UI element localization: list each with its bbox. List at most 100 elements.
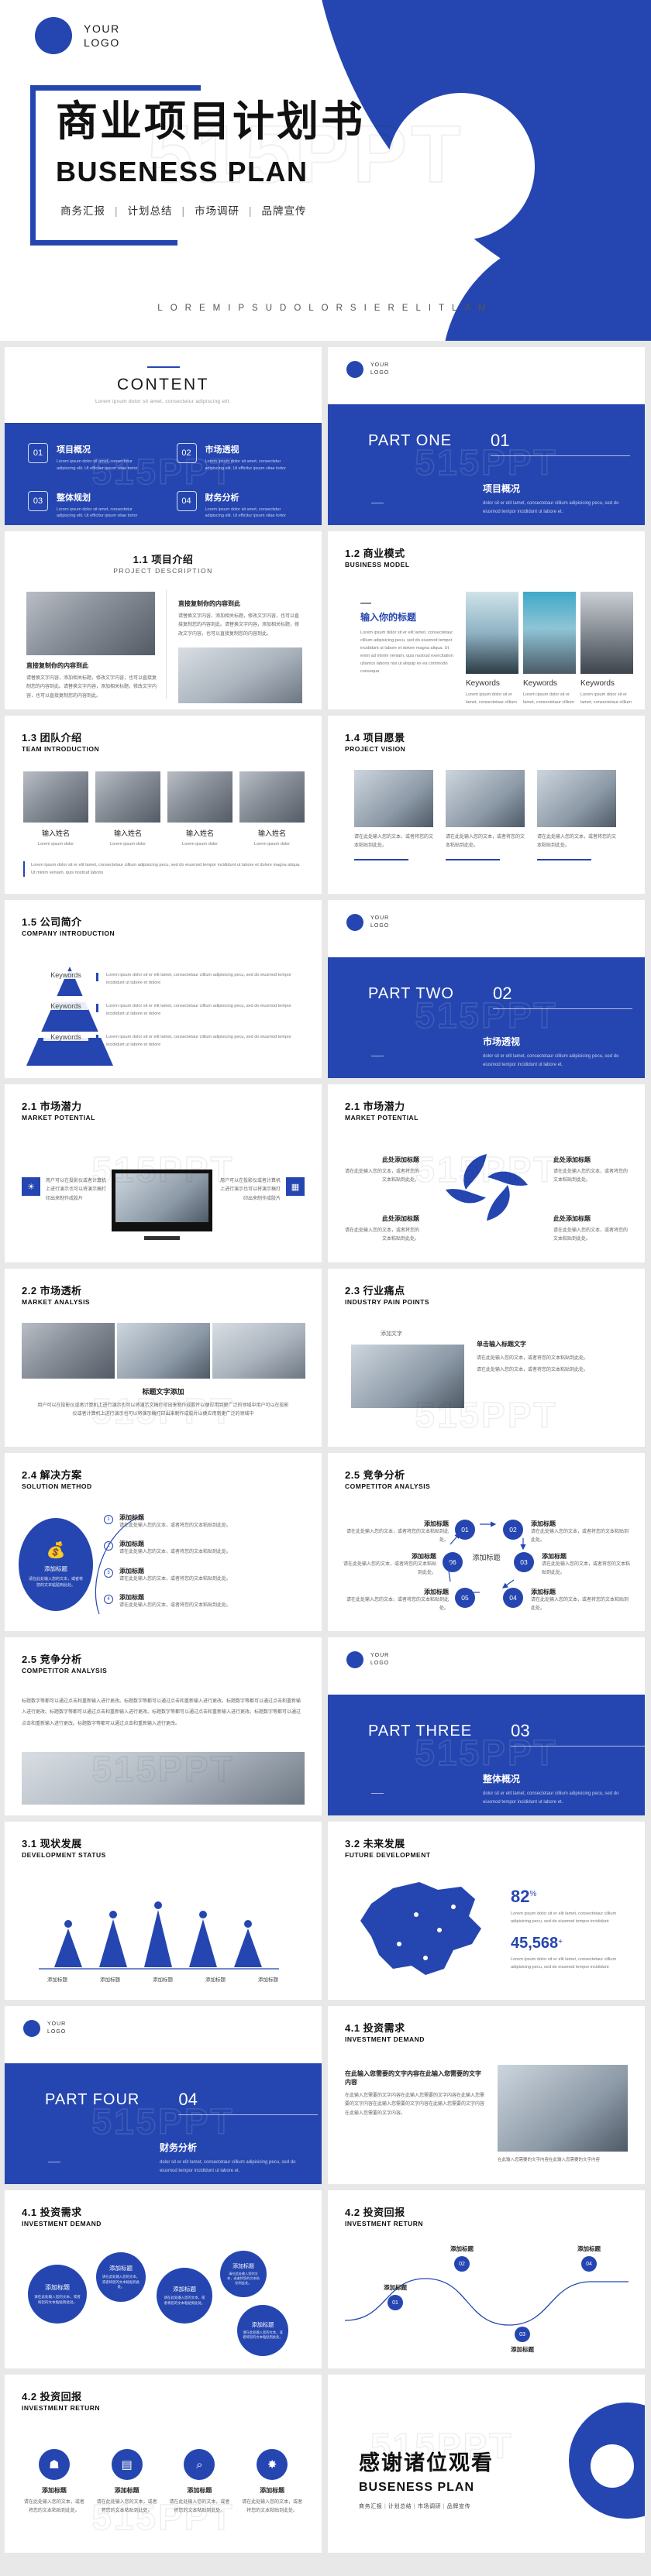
list-item[interactable]: 请在此处输入您的文本，或者将您的文本粘贴到此处。 bbox=[537, 770, 616, 860]
list-item[interactable]: ✸ 添加标题 请在此处输入您的文本，或者将您的文本粘贴到此处。 bbox=[241, 2449, 303, 2516]
row-desc: Lorem ipsum dolor sit er elit lamet, con… bbox=[106, 973, 292, 986]
s21a-right: 用户可以在投影仪或者计算机上进行演示也可以将演示稿打印出来制作成胶片 ▦ bbox=[220, 1177, 305, 1204]
photo-analysis-3 bbox=[212, 1323, 305, 1379]
slide-1-3[interactable]: 1.3 团队介绍 TEAM INTRODUCTION 输入姓名 Lorem ip… bbox=[5, 716, 322, 894]
list-item[interactable]: ▤ 添加标题 请在此处输入您的文本，或者将您的文本粘贴到此处。 bbox=[96, 2449, 158, 2516]
list-item[interactable]: 2 添加标题 请在此处输入您的文本，或者将您的文本粘贴到此处。 bbox=[104, 1540, 308, 1557]
slide-2-1-b[interactable]: 2.1 市场潜力 MARKET POTENTIAL 515PPT 此处添加标题 … bbox=[328, 1084, 645, 1262]
slide-1-2[interactable]: 1.2 商业模式 BUSINESS MODEL 输入你的标题 Lorem ips… bbox=[328, 531, 645, 709]
slide-heading: 2.3 行业痛点 INDUSTRY PAIN POINTS bbox=[345, 1283, 429, 1306]
slide-title-cn: 2.5 竞争分析 bbox=[345, 1469, 405, 1481]
list-item[interactable]: 输入姓名 Lorem ipsum dolor bbox=[23, 771, 88, 848]
part-heading-row: PART THREE 03 bbox=[368, 1721, 645, 1747]
bubble-item[interactable]: 添加标题 请在此处输入您的文本，或者将您的文本粘贴到此处。 bbox=[237, 2305, 288, 2356]
list-item[interactable]: 输入姓名 Lorem ipsum dolor bbox=[95, 771, 160, 848]
list-item[interactable]: 01 项目概况 Lorem ipsum dolor sit amet, conse… bbox=[28, 443, 150, 472]
slide-part-three[interactable]: YOUR LOGO PART THREE 03 整体概况 dolor sit er… bbox=[328, 1637, 645, 1815]
photo-team bbox=[26, 592, 155, 655]
list-item[interactable]: Keywords Lorem ipsum dolor sit er elit l… bbox=[43, 1033, 306, 1049]
s12-card[interactable]: Keywords Lorem ipsum dolor sit er lamet,… bbox=[523, 592, 576, 706]
slide-part-four[interactable]: YOUR LOGO PART FOUR 04 财务分析 dolor sit er … bbox=[5, 2006, 322, 2184]
stat-block-1: 82% Lorem ipsum dolor sit er elit lamet,… bbox=[511, 1887, 619, 1925]
right-text: 用户可以在投影仪或者计算机上进行演示也可以将演示稿打印出来制作成胶片 bbox=[220, 1179, 281, 1201]
slide-4-1-b[interactable]: 4.1 投资需求 INVESTMENT DEMAND 添加标题 请在此处输入您的… bbox=[5, 2190, 322, 2368]
logo-circle-icon bbox=[346, 1651, 363, 1668]
photo-analysis-2 bbox=[117, 1323, 210, 1379]
timeline-node[interactable]: 03 添加标题 bbox=[511, 2327, 534, 2354]
list-item[interactable]: 输入姓名 Lorem ipsum dolor bbox=[239, 771, 305, 848]
slide-2-1-a[interactable]: 2.1 市场潜力 MARKET POTENTIAL 515PPT ☀ 用户可以在… bbox=[5, 1084, 322, 1262]
slide-1-1[interactable]: 1.1 项目介绍 PROJECT DESCRIPTION 直接复制你的内容到此 … bbox=[5, 531, 322, 709]
s12-card[interactable]: Keywords Lorem ipsum dolor sit er lamet,… bbox=[466, 592, 518, 706]
slide-part-two[interactable]: YOUR LOGO PART TWO 02 市场透视 dolor sit er e… bbox=[328, 900, 645, 1078]
card-desc: Lorem ipsum dolor sit er lamet, consecte… bbox=[580, 692, 632, 706]
list-item[interactable]: ⌕ 添加标题 请在此处输入您的文本，或者将您的文本粘贴到此处。 bbox=[169, 2449, 231, 2516]
slide-2-5-a[interactable]: 2.5 竞争分析 COMPETITOR ANALYSIS 添加标题 01 添加标… bbox=[328, 1453, 645, 1631]
slide-title-cn: 1.2 商业模式 bbox=[345, 548, 405, 559]
bubble-item[interactable]: 添加标题 请在此处输入您的文本，或者将您的文本粘贴到此处。 bbox=[220, 2251, 267, 2297]
member-role: Lorem ipsum dolor bbox=[109, 842, 146, 847]
slide-thanks[interactable]: 感谢诸位观看 BUSENESS PLAN 商务汇报 | 计划总结 | 市场调研 … bbox=[328, 2375, 645, 2553]
slide-2-4[interactable]: 2.4 解决方案 SOLUTION METHOD 💰 添加标题 请在此处输入您的… bbox=[5, 1453, 322, 1631]
slide-heading: 2.1 市场潜力 MARKET POTENTIAL bbox=[22, 1098, 95, 1121]
item-desc: 请在此处输入您的文本，或者将您的文本粘贴到此处。 bbox=[23, 2500, 84, 2514]
slide-content[interactable]: CONTENT Lorem ipsum dolor sit amet, cons… bbox=[5, 347, 322, 525]
list-item[interactable]: Keywords Lorem ipsum dolor sit er elit l… bbox=[43, 971, 306, 987]
chart-label: 添加标题 bbox=[153, 1977, 173, 1983]
item-desc: Lorem ipsum dolor sit amet, consectetur … bbox=[57, 507, 138, 519]
bubble-item[interactable]: 添加标题 请在此处输入您的文本，或者将您的文本粘贴到此处。 bbox=[157, 2268, 212, 2324]
slide-3-2[interactable]: 3.2 未来发展 FUTURE DEVELOPMENT 82% Lorem ip… bbox=[328, 1822, 645, 2000]
s12-card[interactable]: Keywords Lorem ipsum dolor sit er lamet,… bbox=[580, 592, 633, 706]
list-item[interactable]: ☗ 添加标题 请在此处输入您的文本，或者将您的文本粘贴到此处。 bbox=[23, 2449, 85, 2516]
slide-4-2-a[interactable]: 4.2 投资回报 INVESTMENT RETURN 添加标题 01 添加标题 … bbox=[328, 2190, 645, 2368]
list-item[interactable]: 1 添加标题 请在此处输入您的文本，或者将您的文本粘贴到此处。 bbox=[104, 1513, 308, 1530]
tag-separator: | bbox=[249, 205, 253, 218]
tag-separator: | bbox=[181, 205, 186, 218]
row-desc: Lorem ipsum dolor sit er elit lamet, con… bbox=[106, 1035, 292, 1048]
slide-2-2[interactable]: 2.2 市场透析 MARKET ANALYSIS 标题文字添加 用户可以在投影仪… bbox=[5, 1269, 322, 1447]
list-item[interactable]: 3 添加标题 请在此处输入您的文本，或者将您的文本粘贴到此处。 bbox=[104, 1567, 308, 1584]
slide-4-2-b[interactable]: 4.2 投资回报 INVESTMENT RETURN ☗ 添加标题 请在此处输入… bbox=[5, 2375, 322, 2553]
thanks-tag: 市场调研 bbox=[417, 2504, 442, 2509]
node-title: 添加标题 bbox=[577, 2245, 601, 2252]
timeline-node[interactable]: 添加标题 01 bbox=[384, 2283, 407, 2310]
s24-center-bubble[interactable]: 💰 添加标题 请在此处输入您的文本，或者将您的文本粘贴到此处。 bbox=[19, 1518, 93, 1611]
slide-4-1-a[interactable]: 4.1 投资需求 INVESTMENT DEMAND 在此输入您需要的文字内容在… bbox=[328, 2006, 645, 2184]
thanks-title: 感谢诸位观看 bbox=[359, 2451, 494, 2475]
stat-desc: Lorem ipsum dolor sit er elit lamet, con… bbox=[511, 1911, 617, 1925]
logo-line-1: YOUR bbox=[84, 22, 120, 35]
photo-analysis-1 bbox=[22, 1323, 115, 1379]
slide-title-cn: 4.2 投资回报 bbox=[345, 2207, 405, 2218]
tag-separator: | bbox=[384, 2504, 387, 2509]
cycle-node-text: 添加标题 请在此处输入您的文本，或者将您的文本粘贴到此处。 bbox=[542, 1552, 633, 1578]
list-item[interactable]: 04 财务分析 Lorem ipsum dolor sit amet, conse… bbox=[176, 490, 299, 520]
bubble-item[interactable]: 添加标题 请在此处输入您的文本，或者将您的文本粘贴到此处。 bbox=[96, 2252, 146, 2302]
list-item[interactable]: 请在此处输入您的文本，或者将您的文本粘贴到此处。 bbox=[446, 770, 525, 860]
bubble-desc: 请在此处输入您的文本，或者将您的文本粘贴到此处。 bbox=[243, 2330, 283, 2339]
list-item[interactable]: 02 市场透视 Lorem ipsum dolor sit amet, conse… bbox=[176, 443, 299, 472]
content-item-list: 01 项目概况 Lorem ipsum dolor sit amet, conse… bbox=[28, 443, 298, 520]
cover-slide[interactable]: YOUR LOGO 515PPT 商业项目计划书 BUSENESS PLAN 商… bbox=[0, 0, 651, 341]
slide-3-1[interactable]: 3.1 现状发展 DEVELOPMENT STATUS 添加标题 添加标题 添加… bbox=[5, 1822, 322, 2000]
bubble-item[interactable]: 添加标题 请在此处输入您的文本，或者将您的文本粘贴到此处。 bbox=[28, 2265, 87, 2324]
bubble-title: 添加标题 bbox=[232, 2263, 254, 2269]
list-item[interactable]: Keywords Lorem ipsum dolor sit er elit l… bbox=[43, 1002, 306, 1018]
slide-part-one[interactable]: YOUR LOGO PART ONE 01 项目概况 dolor sit er e… bbox=[328, 347, 645, 525]
slide-2-3[interactable]: 2.3 行业痛点 INDUSTRY PAIN POINTS 添加文字 单击输入标… bbox=[328, 1269, 645, 1447]
slide-1-4[interactable]: 1.4 项目愿景 PROJECT VISION 请在此处输入您的文本，或者将您的… bbox=[328, 716, 645, 894]
list-item[interactable]: 请在此处输入您的文本，或者将您的文本粘贴到此处。 bbox=[354, 770, 433, 860]
slide-2-5-b[interactable]: 2.5 竞争分析 COMPETITOR ANALYSIS 标题数字等都可以通过点… bbox=[5, 1637, 322, 1815]
timeline-node[interactable]: 添加标题 04 bbox=[577, 2245, 601, 2272]
part-header: YOUR LOGO bbox=[328, 347, 645, 404]
part-number: 03 bbox=[511, 1721, 645, 1747]
list-item[interactable]: 4 添加标题 请在此处输入您的文本，或者将您的文本粘贴到此处。 bbox=[104, 1593, 308, 1610]
photo-vision bbox=[537, 770, 616, 827]
logo-line-1: YOUR bbox=[370, 362, 390, 368]
block-text: 请在此处输入您的文本，或者将您的文本粘贴到此处。 bbox=[553, 1228, 629, 1242]
underline-decoration bbox=[537, 858, 591, 860]
timeline-node[interactable]: 添加标题 02 bbox=[450, 2245, 474, 2272]
slide-1-5[interactable]: 1.5 公司简介 COMPANY INTRODUCTION Keywords L… bbox=[5, 900, 322, 1078]
logo-line-1: YOUR bbox=[370, 915, 390, 921]
list-item[interactable]: 03 整体规划 Lorem ipsum dolor sit amet, conse… bbox=[28, 490, 150, 520]
list-item[interactable]: 输入姓名 Lorem ipsum dolor bbox=[167, 771, 232, 848]
